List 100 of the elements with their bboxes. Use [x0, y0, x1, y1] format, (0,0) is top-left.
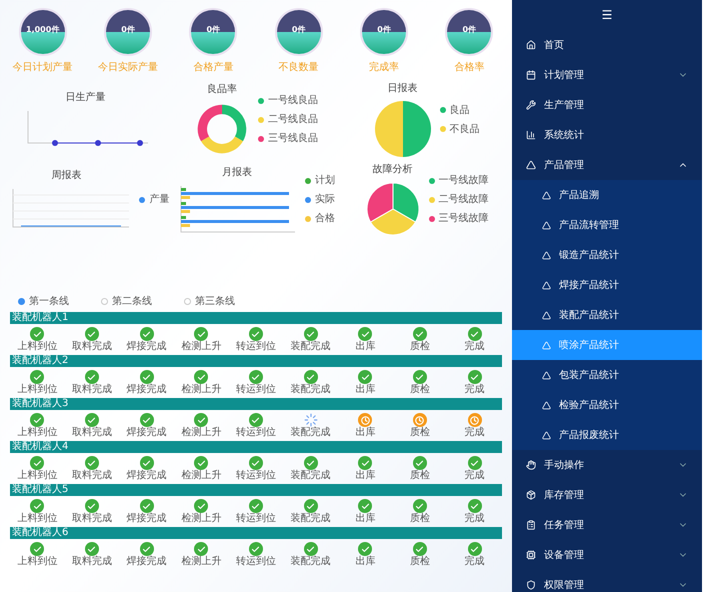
check-icon — [248, 413, 263, 427]
legend-label: 二号线良品 — [268, 112, 318, 127]
check-icon — [468, 370, 482, 384]
chart-title: 良品率 — [206, 82, 237, 97]
check-icon — [30, 370, 44, 384]
check-icon — [304, 456, 318, 470]
submenu-label: 产品追溯 — [559, 188, 599, 202]
check-icon — [194, 456, 208, 470]
check-icon — [304, 542, 318, 556]
step-label: 出库 — [355, 470, 376, 482]
line-tab[interactable]: 第一条线 — [18, 294, 69, 308]
check-icon — [30, 542, 44, 556]
triangle-icon — [542, 220, 551, 230]
step-label: 检测上升 — [181, 341, 222, 353]
menu-icon — [526, 490, 536, 500]
submenu-label: 喷涂产品统计 — [559, 338, 619, 352]
submenu-label: 包装产品统计 — [559, 368, 619, 382]
liquid-gauge — [18, 8, 67, 56]
submenu-item[interactable]: 检验产品统计 — [512, 390, 702, 420]
submenu-item[interactable]: 产品追溯 — [512, 180, 702, 210]
check-icon — [84, 456, 99, 470]
menu-item[interactable]: 首页 — [512, 30, 702, 60]
check-icon — [412, 542, 427, 556]
legend-label: 合格 — [314, 212, 335, 226]
menu-icon — [526, 580, 536, 590]
step-label: 装配完成 — [290, 470, 331, 482]
step-label: 焊接完成 — [126, 384, 167, 396]
legend-label: 计划 — [314, 174, 335, 188]
check-icon — [140, 370, 154, 384]
menu-item[interactable]: 生产管理 — [512, 90, 702, 120]
submenu-item[interactable]: 锻造产品统计 — [512, 240, 702, 270]
step-label: 转运到位 — [236, 513, 276, 525]
check-icon — [412, 456, 427, 470]
menu-icon — [526, 70, 536, 80]
submenu-item[interactable]: 包装产品统计 — [512, 360, 702, 390]
line-tab[interactable]: 第三条线 — [184, 294, 235, 308]
submenu-label: 装配产品统计 — [559, 308, 619, 322]
step-label: 上料到位 — [17, 470, 58, 482]
menu-item[interactable]: 任务管理 — [512, 510, 702, 540]
legend-label: 三号线良品 — [268, 132, 318, 146]
check-icon — [140, 499, 154, 513]
legend-label: 三号线故障 — [438, 212, 489, 226]
gauge-value: 0件 — [292, 24, 306, 36]
menu-item[interactable]: 库存管理 — [512, 480, 702, 510]
menu-icon — [526, 160, 536, 170]
step-label: 上料到位 — [17, 384, 58, 396]
chart-title: 周报表 — [51, 168, 82, 183]
clock-icon — [468, 413, 482, 427]
menu-label: 计划管理 — [544, 68, 585, 82]
menu-icon — [526, 550, 536, 560]
step-label: 质检 — [410, 556, 430, 568]
gauge-value: 0件 — [377, 24, 391, 36]
submenu-item[interactable]: 焊接产品统计 — [512, 270, 702, 300]
gauge-value: 1,000件 — [26, 24, 60, 36]
menu-icon — [526, 130, 536, 140]
group-header: 装配机器人2 — [10, 355, 502, 367]
chart-title: 故障分析 — [372, 162, 413, 177]
menu-toggle[interactable]: ☰ — [602, 6, 612, 24]
menu-label: 设备管理 — [544, 548, 585, 562]
liquid-gauge — [445, 8, 494, 56]
step-label: 装配完成 — [290, 427, 331, 439]
gauge-label: 不良数量 — [278, 60, 319, 75]
check-icon — [248, 456, 263, 470]
check-icon — [194, 413, 208, 427]
menu-item[interactable]: 权限管理 — [512, 570, 702, 592]
step-label: 转运到位 — [236, 341, 276, 353]
line-tab[interactable]: 第二条线 — [101, 294, 152, 308]
menu-item[interactable]: 系统统计 — [512, 120, 702, 150]
check-icon — [30, 456, 44, 470]
check-icon — [194, 327, 208, 341]
submenu-label: 产品报废统计 — [559, 428, 619, 442]
gauge-value: 0件 — [121, 24, 135, 36]
step-label: 检测上升 — [181, 556, 222, 568]
step-label: 检测上升 — [181, 513, 222, 525]
check-icon — [358, 499, 372, 513]
triangle-icon — [542, 250, 551, 260]
check-icon — [140, 327, 154, 341]
check-icon — [194, 370, 208, 384]
menu-item[interactable]: 手动操作 — [512, 450, 702, 480]
submenu-item[interactable]: 产品流转管理 — [512, 210, 702, 240]
triangle-icon — [542, 310, 551, 320]
step-label: 转运到位 — [236, 427, 276, 439]
submenu-item[interactable]: 装配产品统计 — [512, 300, 702, 330]
menu-icon — [526, 100, 536, 110]
group-header: 装配机器人1 — [10, 312, 502, 324]
check-icon — [468, 542, 482, 556]
triangle-icon — [542, 370, 551, 380]
submenu-item[interactable]: 产品报废统计 — [512, 420, 702, 450]
menu-icon — [526, 460, 536, 470]
menu-item[interactable]: 计划管理 — [512, 60, 702, 90]
step-label: 质检 — [410, 341, 430, 353]
check-icon — [84, 370, 99, 384]
step-label: 上料到位 — [17, 513, 58, 525]
check-icon — [304, 499, 318, 513]
check-icon — [30, 413, 44, 427]
legend-label: 二号线故障 — [438, 192, 489, 207]
menu-label: 产品管理 — [544, 158, 585, 172]
clock-icon — [358, 413, 372, 427]
menu-item[interactable]: 设备管理 — [512, 540, 702, 570]
menu-item[interactable]: 产品管理 — [512, 150, 702, 180]
